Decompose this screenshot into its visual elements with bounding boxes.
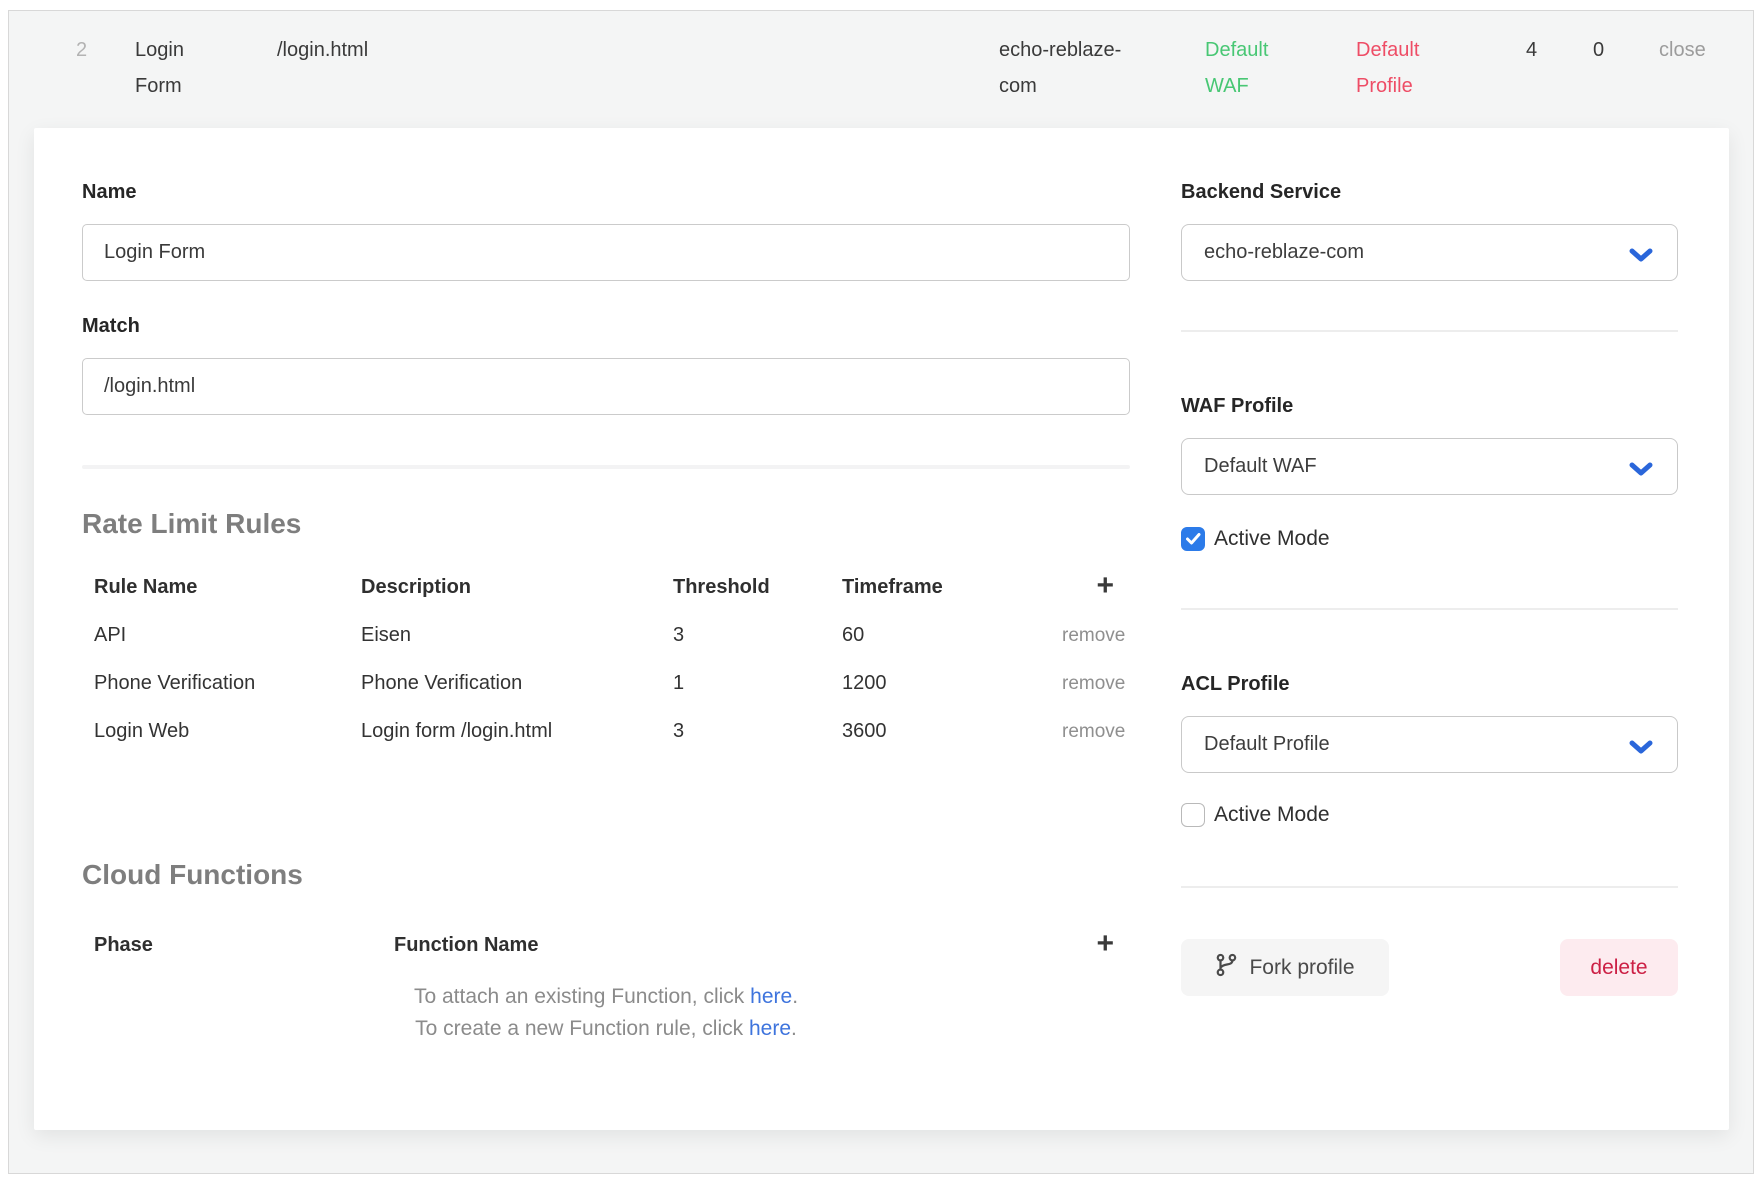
remove-rule-link[interactable]: remove (1062, 721, 1125, 742)
acl-active-mode-row[interactable]: Active Mode (1181, 803, 1678, 827)
backend-service-label: Backend Service (1181, 180, 1678, 204)
rule-name-value: Phone Verification (94, 672, 361, 695)
cloud-functions-title: Cloud Functions (82, 858, 1130, 892)
rule-timeframe-value: 60 (842, 624, 1062, 647)
sidebar-actions: Fork profile delete (1181, 939, 1678, 996)
sidebar-divider (1181, 608, 1678, 610)
name-input[interactable] (82, 224, 1130, 281)
col-threshold: Threshold (673, 576, 842, 599)
acl-active-label: Active Mode (1214, 803, 1330, 827)
chevron-down-icon (1629, 738, 1653, 761)
rule-backend-cell: echo-reblaze-com (999, 32, 1205, 128)
check-icon (1186, 533, 1201, 545)
section-divider (82, 465, 1130, 469)
match-label: Match (82, 314, 1130, 338)
rule-waf-cell: Default WAF (1205, 32, 1356, 128)
rule-editor-main: Name Match Rate Limit Rules Rule Name De… (82, 180, 1130, 1130)
cloud-functions-header-row: Phase Function Name + (82, 921, 1130, 969)
acl-active-checkbox[interactable] (1181, 803, 1205, 827)
rule-name-value: Login Web (94, 720, 361, 743)
rate-limit-header-row: Rule Name Description Threshold Timefram… (82, 563, 1130, 611)
waf-profile-label: WAF Profile (1181, 394, 1678, 418)
waf-active-mode-row[interactable]: Active Mode (1181, 527, 1678, 551)
delete-button[interactable]: delete (1560, 939, 1678, 996)
name-label: Name (82, 180, 1130, 204)
rule-threshold-value: 3 (673, 720, 842, 743)
rule-description-value: Login form /login.html (361, 720, 673, 743)
remove-rule-link[interactable]: remove (1062, 625, 1125, 646)
col-timeframe: Timeframe (842, 576, 1062, 599)
sidebar-divider (1181, 330, 1678, 332)
sidebar-divider (1181, 886, 1678, 888)
rule-editor-card: Name Match Rate Limit Rules Rule Name De… (34, 128, 1729, 1130)
rate-limit-row: Phone Verification Phone Verification 1 … (82, 659, 1130, 707)
function-help-text: To attach an existing Function, click he… (82, 981, 1130, 1045)
rate-limit-row: Login Web Login form /login.html 3 3600 … (82, 707, 1130, 755)
attach-function-link[interactable]: here (750, 985, 792, 1008)
match-input[interactable] (82, 358, 1130, 415)
rule-acl-cell: Default Profile (1356, 32, 1526, 128)
backend-service-select[interactable]: echo-reblaze-com (1181, 224, 1678, 281)
col-description: Description (361, 576, 673, 599)
create-function-link[interactable]: here (749, 1017, 791, 1040)
rule-timeframe-value: 3600 (842, 720, 1062, 743)
rule-timeframe-value: 1200 (842, 672, 1062, 695)
col-rule-name: Rule Name (94, 576, 361, 599)
waf-active-label: Active Mode (1214, 527, 1330, 551)
rule-threshold-value: 1 (673, 672, 842, 695)
rule-name-cell: Login Form (135, 32, 277, 128)
close-button[interactable]: close (1659, 32, 1743, 128)
rule-description-value: Eisen (361, 624, 673, 647)
rate-limit-title: Rate Limit Rules (82, 507, 1130, 541)
chevron-down-icon (1629, 460, 1653, 483)
rule-description-value: Phone Verification (361, 672, 673, 695)
col-phase: Phase (94, 934, 394, 957)
cloud-functions-section: Cloud Functions Phase Function Name + To… (82, 858, 1130, 1045)
add-function-icon[interactable]: + (1096, 927, 1114, 960)
git-fork-icon (1215, 953, 1237, 983)
col-function-name: Function Name (394, 934, 1074, 957)
fork-profile-button[interactable]: Fork profile (1181, 939, 1389, 996)
remove-rule-link[interactable]: remove (1062, 673, 1125, 694)
acl-profile-select[interactable]: Default Profile (1181, 716, 1678, 773)
rule-index: 2 (76, 32, 135, 128)
rule-count-b: 0 (1593, 32, 1659, 128)
rule-panel: 2 Login Form /login.html echo-reblaze-co… (8, 10, 1754, 1174)
rate-limit-row: API Eisen 3 60 remove (82, 611, 1130, 659)
rule-name-value: API (94, 624, 361, 647)
rule-editor-sidebar: Backend Service echo-reblaze-com WAF Pro… (1181, 180, 1678, 1130)
rule-match-cell: /login.html (277, 32, 999, 128)
waf-active-checkbox[interactable] (1181, 527, 1205, 551)
acl-profile-label: ACL Profile (1181, 672, 1678, 696)
rule-count-a: 4 (1526, 32, 1593, 128)
app-window: 2 Login Form /login.html echo-reblaze-co… (0, 0, 1762, 1178)
add-rate-limit-icon[interactable]: + (1096, 569, 1114, 602)
rule-summary-row: 2 Login Form /login.html echo-reblaze-co… (9, 11, 1753, 128)
rule-threshold-value: 3 (673, 624, 842, 647)
waf-profile-select[interactable]: Default WAF (1181, 438, 1678, 495)
chevron-down-icon (1629, 246, 1653, 269)
